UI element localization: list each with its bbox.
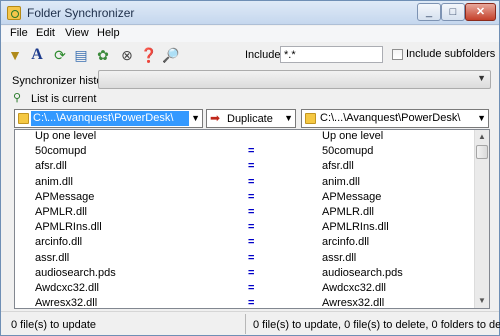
compare-status: = (248, 251, 255, 264)
left-path-value: C:\...\Avanquest\PowerDesk\ (31, 111, 189, 126)
list-status-text: List is current (31, 93, 97, 105)
left-file-name: anim.dll (35, 175, 73, 188)
folder-icon (305, 113, 316, 124)
table-row[interactable]: afsr.dll = afsr.dll (15, 160, 475, 175)
status-left: 0 file(s) to update (11, 319, 96, 331)
table-row[interactable]: Up one level Up one level (15, 130, 475, 145)
menu-edit[interactable]: Edit (36, 27, 55, 39)
table-row[interactable]: anim.dll = anim.dll (15, 176, 475, 191)
sync-icon[interactable]: ✿ (94, 46, 112, 64)
status-bar: 0 file(s) to update 0 file(s) to update,… (1, 311, 500, 335)
vertical-scrollbar[interactable]: ▲ ▼ (474, 130, 489, 308)
compare-status: = (248, 175, 255, 188)
left-file-name: assr.dll (35, 251, 70, 264)
left-path-dropdown[interactable]: C:\...\Avanquest\PowerDesk\ ▼ (14, 109, 203, 128)
compare-status: = (248, 266, 255, 279)
history-dropdown[interactable]: ▼ (98, 70, 491, 89)
search-icon[interactable]: 🔎 (162, 46, 180, 64)
help-icon[interactable]: ❓ (140, 46, 158, 64)
file-comparison-list[interactable]: Up one level Up one level 50comupd = 50comup… (14, 129, 490, 309)
right-file-name: audiosearch.pds (322, 266, 403, 279)
chevron-down-icon: ▼ (477, 113, 486, 123)
right-file-name: APMessage (322, 190, 382, 203)
include-label: Include: (245, 49, 284, 61)
status-right: 0 file(s) to update, 0 file(s) to delete… (253, 319, 500, 331)
right-file-name: APMLR.dll (322, 206, 374, 218)
compare-status: = (248, 236, 255, 249)
left-file-name: Up one level (35, 130, 97, 142)
app-window: Folder Synchronizer _ □ ✕ File Edit View… (0, 0, 500, 336)
tree-status-icon: ⚲ (13, 92, 22, 104)
sync-action-label: Duplicate (227, 113, 273, 125)
table-row[interactable]: APMLRIns.dll = APMLRIns.dll (15, 221, 475, 236)
compare-status: = (248, 221, 255, 234)
menu-view[interactable]: View (65, 27, 89, 39)
document-icon[interactable]: ▤ (72, 46, 90, 64)
right-file-name: APMLRIns.dll (322, 221, 389, 234)
right-file-name: assr.dll (322, 251, 357, 264)
font-icon[interactable]: A (28, 46, 46, 64)
right-file-name: anim.dll (322, 175, 360, 188)
table-row[interactable]: 50comupd = 50comupd (15, 145, 475, 160)
compare-status: = (248, 190, 255, 203)
compare-status: = (248, 206, 255, 218)
left-file-name: arcinfo.dll (35, 236, 83, 249)
left-file-name: audiosearch.pds (35, 266, 116, 279)
menu-file[interactable]: File (10, 27, 28, 39)
table-row[interactable]: arcinfo.dll = arcinfo.dll (15, 236, 475, 251)
title-bar[interactable]: Folder Synchronizer _ □ ✕ (1, 1, 499, 25)
menu-help[interactable]: Help (97, 27, 120, 39)
sync-action-dropdown[interactable]: ➡ Duplicate ▼ (206, 109, 296, 128)
close-button[interactable]: ✕ (465, 3, 496, 21)
table-row[interactable]: APMessage = APMessage (15, 191, 475, 206)
folder-icon (18, 113, 29, 124)
chevron-down-icon: ▼ (284, 113, 293, 123)
left-file-name: Awresx32.dll (35, 297, 98, 309)
left-file-name: Awdcxc32.dll (35, 282, 99, 294)
include-subfolders-label[interactable]: Include subfolders (406, 48, 495, 60)
right-file-name: afsr.dll (322, 160, 354, 173)
compare-status: = (248, 160, 255, 173)
cancel-icon[interactable]: ⊗ (118, 46, 136, 64)
scroll-down-icon[interactable]: ▼ (475, 294, 489, 308)
right-file-name: Awdcxc32.dll (322, 282, 386, 294)
app-icon (7, 6, 21, 20)
right-file-name: Awresx32.dll (322, 297, 385, 309)
right-path-value: C:\...\Avanquest\PowerDesk\ (320, 112, 461, 124)
compare-status: = (248, 145, 255, 158)
table-row[interactable]: Awdcxc32.dll = Awdcxc32.dll (15, 282, 475, 297)
table-row[interactable]: audiosearch.pds = audiosearch.pds (15, 267, 475, 282)
chevron-down-icon: ▼ (477, 73, 486, 83)
compare-status: = (248, 282, 255, 294)
scroll-up-icon[interactable]: ▲ (475, 130, 489, 144)
include-filter-input[interactable] (280, 46, 383, 63)
toolbar: ▼ A ⟳ ▤ ✿ ⊗ ❓ 🔎 Include: Include subfold… (1, 43, 499, 67)
left-file-name: afsr.dll (35, 160, 67, 173)
window-title: Folder Synchronizer (27, 6, 135, 20)
maximize-button[interactable]: □ (441, 3, 465, 21)
left-file-name: 50comupd (35, 145, 87, 158)
table-row[interactable]: Awresx32.dll = Awresx32.dll (15, 297, 475, 309)
scroll-thumb[interactable] (476, 145, 488, 159)
arrow-right-icon: ➡ (210, 111, 221, 125)
compare-status: = (248, 297, 255, 309)
left-file-name: APMLRIns.dll (35, 221, 102, 234)
left-file-name: APMessage (35, 190, 95, 203)
refresh-icon[interactable]: ⟳ (51, 46, 69, 64)
menu-bar: File Edit View Help (1, 26, 499, 42)
chevron-down-icon: ▼ (191, 113, 200, 123)
include-subfolders-checkbox[interactable] (392, 49, 403, 60)
table-row[interactable]: APMLR.dll = APMLR.dll (15, 206, 475, 221)
right-file-name: Up one level (322, 130, 384, 142)
status-divider (245, 314, 246, 334)
minimize-button[interactable]: _ (417, 3, 441, 21)
left-file-name: APMLR.dll (35, 206, 87, 218)
right-file-name: arcinfo.dll (322, 236, 370, 249)
right-file-name: 50comupd (322, 145, 374, 158)
table-row[interactable]: assr.dll = assr.dll (15, 252, 475, 267)
right-path-dropdown[interactable]: C:\...\Avanquest\PowerDesk\ ▼ (301, 109, 489, 128)
filter-icon[interactable]: ▼ (6, 46, 24, 64)
